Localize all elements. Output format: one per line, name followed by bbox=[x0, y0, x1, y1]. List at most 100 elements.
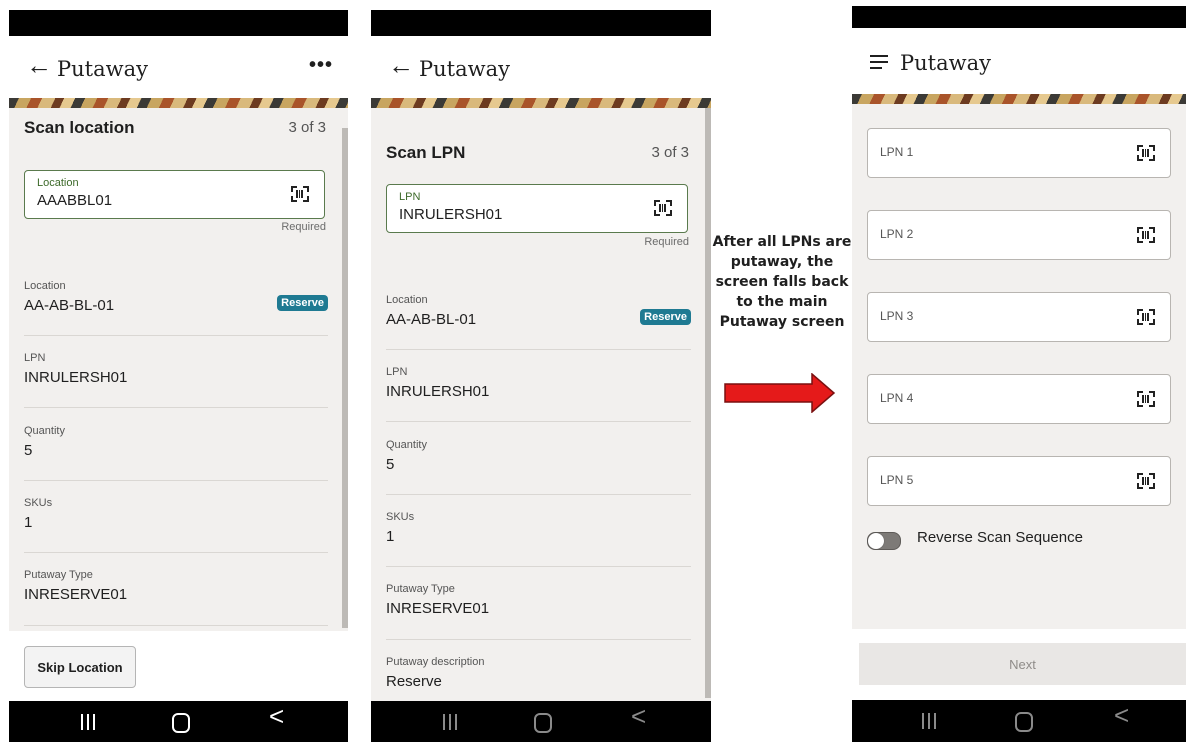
skip-location-button[interactable]: Skip Location bbox=[24, 646, 136, 688]
next-button[interactable]: Next bbox=[859, 643, 1186, 685]
lpn-2-placeholder: LPN 2 bbox=[880, 227, 914, 241]
status-bar bbox=[9, 10, 348, 36]
required-helper: Required bbox=[644, 236, 689, 248]
section-heading: Scan location bbox=[24, 118, 135, 137]
detail-value: INRULERSH01 bbox=[24, 369, 128, 386]
more-options-icon[interactable]: ••• bbox=[309, 54, 333, 77]
detail-label: Quantity bbox=[386, 439, 427, 451]
detail-row-location: Location AA-AB-BL-01 Reserve bbox=[386, 294, 691, 350]
scroll-content: Scan location 3 of 3 Location AAABBL01 R… bbox=[9, 108, 348, 742]
detail-value: 1 bbox=[24, 514, 33, 531]
detail-row-lpn: LPN INRULERSH01 bbox=[386, 366, 691, 422]
detail-value: 5 bbox=[24, 442, 33, 459]
detail-label: Quantity bbox=[24, 425, 65, 437]
scrollbar[interactable] bbox=[342, 128, 348, 628]
annotation-line: putaway, the bbox=[730, 254, 834, 270]
screen-scan-location: ← Putaway ••• Scan location 3 of 3 Locat… bbox=[9, 10, 348, 742]
lpn-4-input[interactable]: LPN 4 bbox=[867, 374, 1171, 424]
recent-apps-icon[interactable] bbox=[922, 713, 936, 729]
detail-row-quantity: Quantity 5 bbox=[386, 439, 691, 495]
home-icon[interactable] bbox=[534, 713, 552, 733]
reverse-scan-toggle[interactable] bbox=[867, 532, 901, 550]
annotation-line: screen falls back bbox=[715, 274, 849, 290]
detail-row-skus: SKUs 1 bbox=[386, 511, 691, 567]
detail-label: Location bbox=[386, 294, 428, 306]
lpn-input-label: LPN bbox=[399, 191, 421, 203]
barcode-scan-icon[interactable] bbox=[1137, 309, 1155, 325]
detail-value: AA-AB-BL-01 bbox=[386, 311, 477, 328]
location-input-label: Location bbox=[37, 177, 79, 189]
action-bar: Next bbox=[852, 629, 1186, 701]
home-icon[interactable] bbox=[172, 713, 190, 733]
detail-value: Reserve bbox=[386, 673, 442, 690]
detail-row-putaway-type: Putaway Type INRESERVE01 bbox=[386, 583, 691, 640]
detail-value: INRESERVE01 bbox=[386, 600, 490, 617]
barcode-scan-icon[interactable] bbox=[1137, 391, 1155, 407]
lpn-2-input[interactable]: LPN 2 bbox=[867, 210, 1171, 260]
detail-value: 1 bbox=[386, 528, 395, 545]
lpn-input[interactable]: LPN INRULERSH01 bbox=[386, 184, 688, 233]
barcode-scan-icon[interactable] bbox=[291, 186, 309, 202]
section-heading: Scan LPN bbox=[386, 143, 466, 162]
barcode-scan-icon[interactable] bbox=[1137, 227, 1155, 243]
detail-label: Putaway Type bbox=[24, 569, 93, 581]
location-input-value[interactable]: AAABBL01 bbox=[37, 192, 112, 209]
detail-row-location: Location AA-AB-BL-01 Reserve bbox=[24, 280, 328, 336]
annotation-line: Putaway screen bbox=[719, 314, 845, 330]
nav-back-icon[interactable]: < bbox=[1114, 702, 1129, 728]
scrollbar[interactable] bbox=[705, 108, 711, 698]
detail-value: AA-AB-BL-01 bbox=[24, 297, 115, 314]
android-nav-bar: < bbox=[371, 701, 711, 742]
screen-putaway-main: Putaway LPN 1 LPN 2 LPN 3 LPN 4 LPN 5 Re… bbox=[852, 6, 1186, 742]
annotation-line: to the main bbox=[736, 294, 828, 310]
hamburger-menu-icon[interactable] bbox=[870, 55, 888, 69]
home-icon[interactable] bbox=[1015, 712, 1033, 732]
decorative-banner bbox=[9, 98, 348, 108]
lpn-5-placeholder: LPN 5 bbox=[880, 473, 914, 487]
annotation-line: After all LPNs are bbox=[712, 234, 852, 250]
step-counter: 3 of 3 bbox=[288, 119, 326, 136]
barcode-scan-icon[interactable] bbox=[1137, 145, 1155, 161]
right-arrow-icon bbox=[724, 373, 836, 413]
lpn-3-input[interactable]: LPN 3 bbox=[867, 292, 1171, 342]
detail-value: INRULERSH01 bbox=[386, 383, 490, 400]
status-bar bbox=[852, 6, 1186, 28]
page-title: Putaway bbox=[419, 57, 510, 81]
detail-label: LPN bbox=[386, 366, 408, 378]
recent-apps-icon[interactable] bbox=[81, 714, 95, 730]
lpn-input-value[interactable]: INRULERSH01 bbox=[399, 206, 502, 223]
action-bar: Skip Location bbox=[9, 631, 348, 701]
barcode-scan-icon[interactable] bbox=[1137, 473, 1155, 489]
back-arrow-icon[interactable]: ← bbox=[26, 50, 52, 80]
reserve-badge: Reserve bbox=[640, 309, 691, 325]
detail-label: Location bbox=[24, 280, 66, 292]
decorative-banner bbox=[852, 94, 1186, 104]
lpn-1-placeholder: LPN 1 bbox=[880, 145, 914, 159]
detail-label: Putaway description bbox=[386, 656, 485, 668]
reserve-badge: Reserve bbox=[277, 295, 328, 311]
scroll-content: LPN 1 LPN 2 LPN 3 LPN 4 LPN 5 Reverse Sc… bbox=[852, 104, 1186, 742]
barcode-scan-icon[interactable] bbox=[654, 200, 672, 216]
detail-row-putaway-type: Putaway Type INRESERVE01 bbox=[24, 569, 328, 626]
android-nav-bar: < bbox=[852, 700, 1186, 742]
detail-row-lpn: LPN INRULERSH01 bbox=[24, 352, 328, 408]
back-arrow-icon[interactable]: ← bbox=[388, 50, 414, 80]
detail-label: SKUs bbox=[24, 497, 53, 509]
toggle-knob bbox=[868, 533, 884, 549]
lpn-5-input[interactable]: LPN 5 bbox=[867, 456, 1171, 506]
nav-back-icon[interactable]: < bbox=[631, 703, 646, 729]
screen-scan-lpn: ← Putaway Scan LPN 3 of 3 LPN INRULERSH0… bbox=[371, 10, 711, 742]
step-counter: 3 of 3 bbox=[651, 144, 689, 161]
app-bar: ← Putaway ••• bbox=[9, 36, 348, 98]
detail-label: LPN bbox=[24, 352, 46, 364]
recent-apps-icon[interactable] bbox=[443, 714, 457, 730]
required-helper: Required bbox=[281, 221, 326, 233]
android-nav-bar: < bbox=[9, 701, 348, 742]
decorative-banner bbox=[371, 98, 711, 108]
page-title: Putaway bbox=[900, 51, 991, 75]
detail-label: Putaway Type bbox=[386, 583, 455, 595]
lpn-4-placeholder: LPN 4 bbox=[880, 391, 914, 405]
location-input[interactable]: Location AAABBL01 bbox=[24, 170, 325, 219]
lpn-1-input[interactable]: LPN 1 bbox=[867, 128, 1171, 178]
nav-back-icon[interactable]: < bbox=[269, 703, 284, 729]
